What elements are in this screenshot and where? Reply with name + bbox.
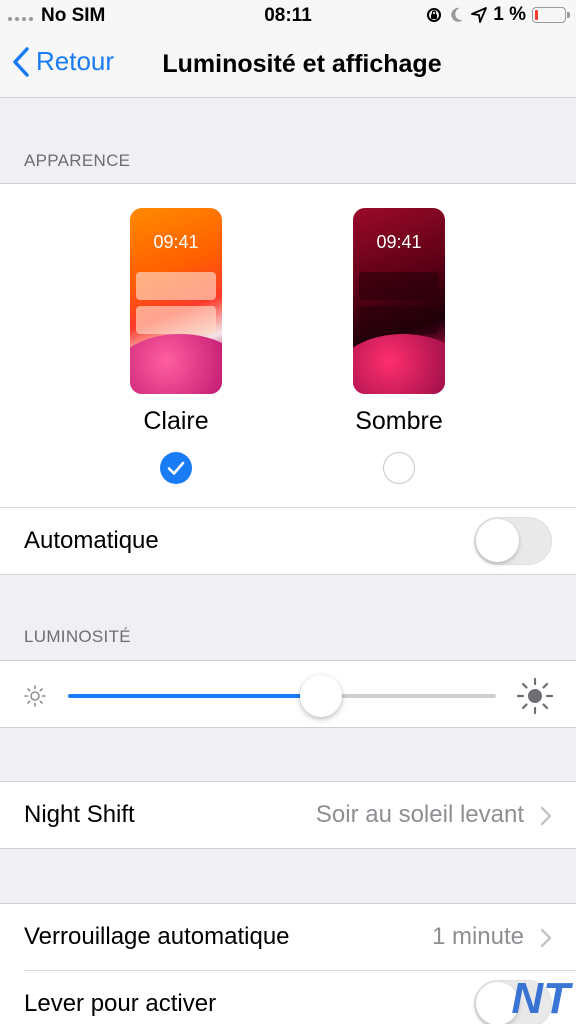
night-shift-group: Night Shift Soir au soleil levant [0, 781, 576, 849]
brightness-group [0, 660, 576, 728]
status-bar: No SIM 08:11 1 % [0, 0, 576, 32]
lock-group: Verrouillage automatique 1 minute Lever … [0, 903, 576, 1024]
raise-to-wake-label: Lever pour activer [24, 990, 217, 1017]
section-header-appearance: APPARENCE [24, 151, 131, 170]
preview-wallpaper-wave [130, 334, 222, 394]
sun-small-icon [24, 685, 46, 707]
automatic-row: Automatique [0, 508, 576, 574]
night-shift-label: Night Shift [24, 801, 135, 828]
section-header-brightness: LUMINOSITÉ [24, 627, 131, 646]
battery-percent: 1 % [493, 4, 526, 25]
preview-notification [359, 306, 439, 334]
auto-lock-value: 1 minute [431, 923, 524, 950]
night-shift-row[interactable]: Night Shift Soir au soleil levant [0, 782, 576, 848]
navigation-bar: Retour Luminosité et affichage [0, 32, 576, 98]
automatic-label: Automatique [24, 527, 159, 554]
chevron-right-icon [540, 928, 552, 948]
dark-mode-preview[interactable]: 09:41 [353, 208, 445, 394]
auto-lock-row[interactable]: Verrouillage automatique 1 minute [0, 904, 576, 970]
preview-time: 09:41 [153, 232, 199, 252]
brightness-slider-fill [68, 694, 321, 698]
page-title: Luminosité et affichage [162, 50, 442, 78]
preview-notification [136, 306, 216, 334]
light-mode-label[interactable]: Claire [96, 407, 256, 436]
orientation-lock-icon [427, 8, 442, 22]
preview-wallpaper-wave [353, 334, 445, 394]
light-mode-radio[interactable] [160, 452, 192, 484]
dark-mode-radio[interactable] [383, 452, 415, 484]
raise-to-wake-row: Lever pour activer [0, 971, 576, 1024]
preview-time: 09:41 [376, 232, 422, 252]
battery-icon [532, 7, 570, 23]
chevron-right-icon [540, 806, 552, 826]
brightness-slider-thumb[interactable] [299, 675, 342, 717]
moon-icon [451, 7, 464, 22]
preview-notification [136, 272, 216, 300]
light-mode-preview[interactable]: 09:41 [130, 208, 222, 394]
brightness-slider[interactable] [68, 675, 496, 717]
preview-notification [359, 272, 439, 300]
checkmark-icon [167, 461, 185, 475]
sun-large-icon [516, 677, 554, 715]
auto-lock-label: Verrouillage automatique [24, 923, 290, 950]
location-icon [471, 7, 488, 23]
automatic-toggle[interactable] [474, 517, 552, 565]
night-shift-value: Soir au soleil levant [315, 801, 524, 828]
status-right: 1 % [425, 4, 570, 26]
dark-mode-label[interactable]: Sombre [319, 407, 479, 436]
watermark-logo: NT [511, 974, 570, 1023]
toggle-knob [476, 519, 519, 562]
appearance-group: 09:41 Claire 09:41 Sombre Automatique [0, 183, 576, 575]
